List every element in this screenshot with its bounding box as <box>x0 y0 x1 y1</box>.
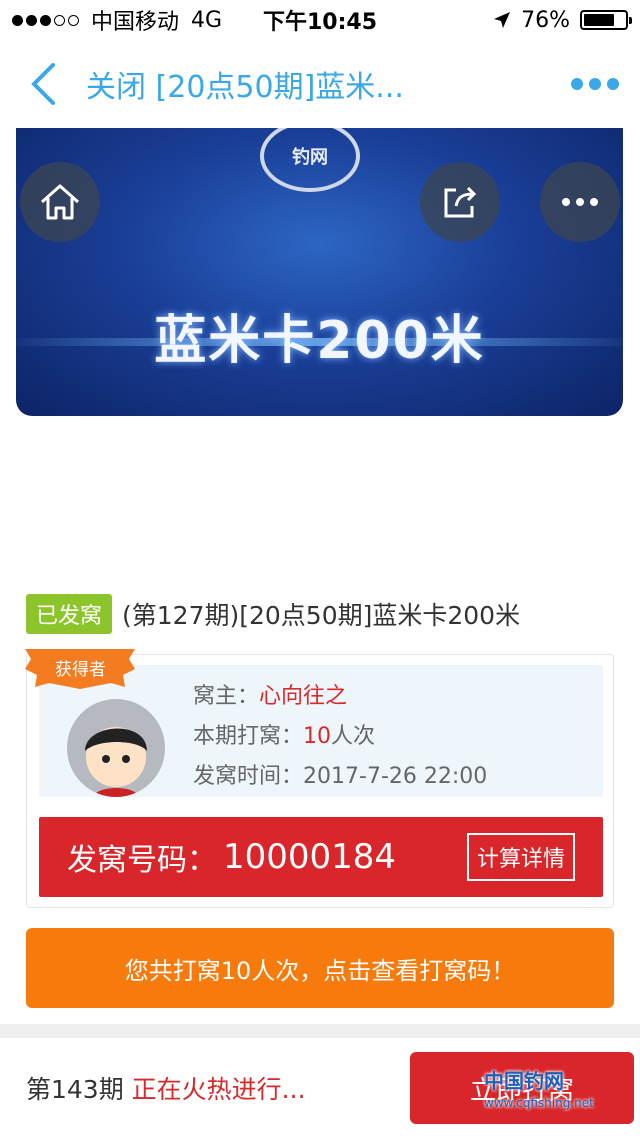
owner-label: 窝主： <box>193 684 260 709</box>
winner-card: 窝主：心向往之 本期打窝：10人次 发窝时间：2017-7-26 22:00 获… <box>25 649 614 908</box>
banner-more-button[interactable] <box>540 162 620 242</box>
divider <box>0 1024 640 1038</box>
back-button[interactable] <box>0 40 86 128</box>
owner-line: 窝主：心向往之 <box>193 677 487 717</box>
network-label: 4G <box>191 7 223 33</box>
ellipsis-icon <box>562 198 598 206</box>
banner-logo-text: 钓网 <box>292 147 328 168</box>
status-bar: 中国移动 4G 下午10:45 76% <box>0 0 640 40</box>
carrier-label: 中国移动 <box>91 10 180 35</box>
banner-logo: 钓网 <box>260 128 360 192</box>
owner-name: 心向往之 <box>259 684 348 709</box>
avatar <box>67 699 165 797</box>
battery-fill <box>584 14 615 26</box>
share-icon <box>444 186 477 218</box>
more-options-button[interactable] <box>550 78 640 90</box>
battery-icon <box>580 10 632 30</box>
item-title-row: 已发窝 (第127期)[20点50期]蓝米卡200米 <box>26 594 520 634</box>
item-title: (第127期)[20点50期]蓝米卡200米 <box>122 601 521 630</box>
location-arrow-icon <box>494 12 511 28</box>
times-label: 本期打窝： <box>193 724 304 749</box>
times-line: 本期打窝：10人次 <box>193 717 487 757</box>
home-icon <box>41 184 79 220</box>
watermark: 中国钓网 www.cqfishing.net <box>484 1070 634 1130</box>
time-label: 发窝时间： <box>193 764 304 789</box>
code-label: 发窝号码： <box>67 843 217 878</box>
status-badge: 已发窝 <box>26 594 113 634</box>
battery-percent: 76% <box>521 7 570 33</box>
calculation-details-button[interactable]: 计算详情 <box>466 833 575 881</box>
home-button[interactable] <box>20 162 100 242</box>
chevron-left-icon <box>31 63 55 105</box>
winning-code-bar: 发窝号码： 10000184 计算详情 <box>39 817 603 897</box>
share-button[interactable] <box>420 162 500 242</box>
watermark-text: 中国钓网 <box>484 1069 564 1093</box>
page-title: 关闭 [20点50期]蓝米... <box>86 70 404 105</box>
product-banner: 钓网 蓝米卡200米 <box>16 128 623 416</box>
times-value: 10 <box>303 724 332 749</box>
signal-strength-icon <box>12 14 79 26</box>
time-line: 发窝时间：2017-7-26 22:00 <box>193 757 487 797</box>
code-value: 10000184 <box>223 837 397 877</box>
navigation-bar: 关闭 [20点50期]蓝米... <box>0 40 640 128</box>
times-unit: 人次 <box>331 724 376 749</box>
current-period: 第143期 正在火热进行... <box>26 1070 306 1106</box>
time-value: 2017-7-26 22:00 <box>303 764 488 789</box>
winner-ribbon-label: 获得者 <box>55 660 106 680</box>
period-status: 正在火热进行... <box>131 1075 306 1104</box>
period-number: 第143期 <box>26 1075 124 1104</box>
watermark-url: www.cqfishing.net <box>484 1096 594 1110</box>
banner-title: 蓝米卡200米 <box>154 311 485 371</box>
view-codes-button[interactable]: 您共打窝10人次，点击查看打窝码！ <box>26 928 614 1008</box>
